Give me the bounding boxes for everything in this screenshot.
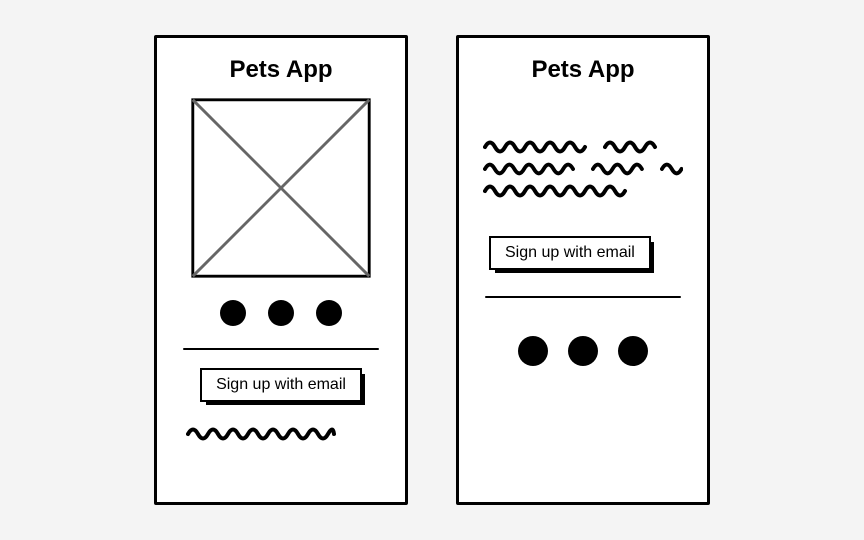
squiggle-text-icon [483, 160, 581, 176]
dot-icon[interactable] [268, 300, 294, 326]
divider [485, 296, 681, 298]
page-dots [220, 300, 342, 326]
squiggle-text-icon [483, 138, 593, 154]
squiggle-text-icon [603, 138, 663, 154]
dot-icon[interactable] [220, 300, 246, 326]
signup-email-button[interactable]: Sign up with email [489, 236, 651, 270]
dot-icon[interactable] [316, 300, 342, 326]
squiggle-text-icon [483, 182, 633, 198]
wireframe-screen-a: Pets App Sign up with email [154, 35, 408, 505]
dot-icon[interactable] [618, 336, 648, 366]
signup-email-button[interactable]: Sign up with email [200, 368, 362, 402]
page-dots [518, 336, 648, 366]
app-title: Pets App [229, 56, 332, 84]
image-placeholder-icon [191, 98, 371, 278]
wireframe-screen-b: Pets App Sign up with email [456, 35, 710, 505]
dot-icon[interactable] [518, 336, 548, 366]
app-title: Pets App [531, 56, 634, 84]
divider [183, 348, 379, 350]
squiggle-text-block [483, 138, 683, 198]
squiggle-text-icon [660, 160, 683, 176]
squiggle-text-icon [186, 424, 376, 442]
dot-icon[interactable] [568, 336, 598, 366]
squiggle-text-icon [591, 160, 650, 176]
